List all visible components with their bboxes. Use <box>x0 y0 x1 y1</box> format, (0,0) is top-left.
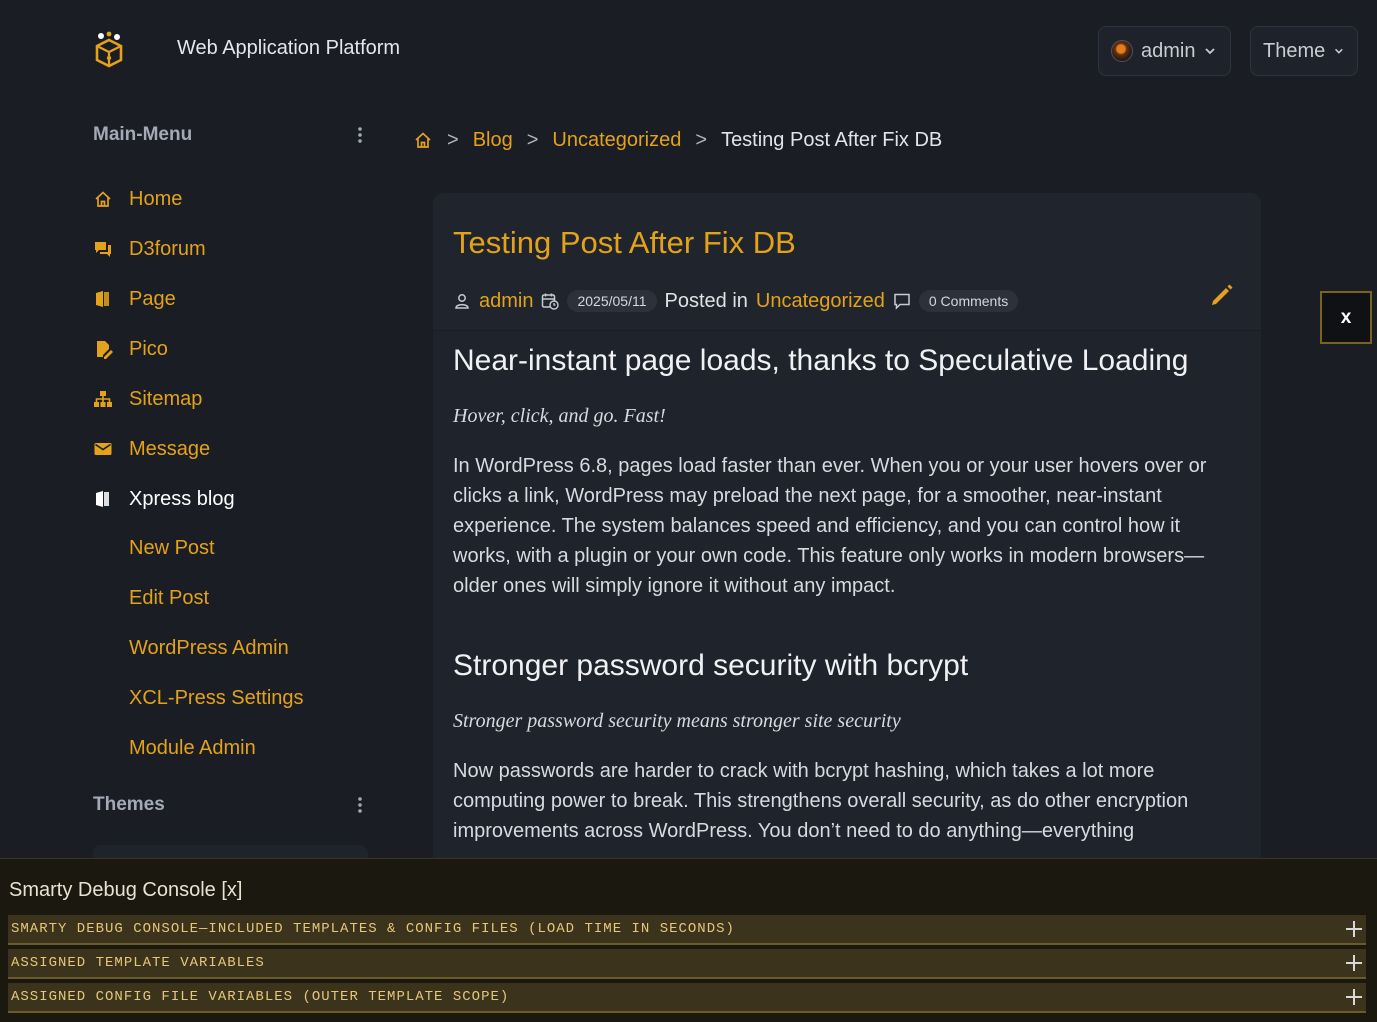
home-icon[interactable] <box>413 130 433 150</box>
sidebar-item-label: Pico <box>129 337 168 360</box>
top-bar: Web Application Platform admin Theme <box>0 0 1377 100</box>
user-menu-button[interactable]: admin <box>1098 26 1231 76</box>
debug-section-templates[interactable]: SMARTY DEBUG CONSOLE—INCLUDED TEMPLATES … <box>8 915 1366 945</box>
chevron-down-icon <box>1205 48 1216 55</box>
debug-section-template-vars[interactable]: ASSIGNED TEMPLATE VARIABLES <box>8 949 1366 979</box>
book-icon <box>93 489 113 509</box>
book-icon <box>93 289 113 309</box>
sidebar-item-label: Sitemap <box>129 387 203 410</box>
app-title: Web Application Platform <box>177 37 401 59</box>
sitemap-icon <box>93 389 113 409</box>
kebab-menu-icon[interactable] <box>352 794 368 816</box>
sidebar-item-label: Home <box>129 187 183 210</box>
post-body: Near-instant page loads, thanks to Specu… <box>453 343 1243 846</box>
sidebar-subitem-wordpress-admin[interactable]: WordPress Admin <box>129 637 289 660</box>
plus-icon[interactable] <box>1345 920 1363 938</box>
main-menu-title: Main-Menu <box>93 124 193 145</box>
sidebar-item-pico[interactable]: Pico <box>93 334 168 364</box>
sidebar-item-label: Page <box>129 287 176 310</box>
user-menu-label: admin <box>1141 39 1196 62</box>
breadcrumb: > Blog > Uncategorized > Testing Post Af… <box>413 126 942 154</box>
calendar-clock-icon <box>542 293 560 310</box>
chevron-down-icon <box>1335 48 1344 54</box>
breadcrumb-category-link[interactable]: Uncategorized <box>552 129 681 152</box>
sidebar-subitem-xcl-press-settings[interactable]: XCL-Press Settings <box>129 687 304 710</box>
sidebar-item-d3forum[interactable]: D3forum <box>93 234 206 264</box>
theme-menu-button[interactable]: Theme <box>1250 26 1358 76</box>
edit-pencil-icon[interactable] <box>1209 282 1235 308</box>
section-paragraph: Now passwords are harder to crack with b… <box>453 760 1189 842</box>
sidebar-item-label: Message <box>129 437 211 460</box>
breadcrumb-blog-link[interactable]: Blog <box>473 129 513 152</box>
debug-section-config-vars[interactable]: ASSIGNED CONFIG FILE VARIABLES (OUTER TE… <box>8 983 1366 1013</box>
sidebar-subitem-new-post[interactable]: New Post <box>129 537 215 560</box>
edit-document-icon <box>93 339 113 359</box>
mail-icon <box>93 439 113 459</box>
post-header: Testing Post After Fix DB admin 2025/05/… <box>433 193 1261 331</box>
sidebar-item-xpress-blog[interactable]: Xpress blog <box>93 484 235 514</box>
breadcrumb-separator: > <box>695 128 708 151</box>
post-category-link[interactable]: Uncategorized <box>756 290 885 313</box>
section-heading: Stronger password security with bcrypt <box>453 649 969 682</box>
post-card: Testing Post After Fix DB admin 2025/05/… <box>433 193 1261 873</box>
breadcrumb-separator: > <box>526 128 539 151</box>
section-heading: Near-instant page loads, thanks to Specu… <box>453 344 1189 377</box>
themes-header: Themes <box>93 790 368 820</box>
sidebar-subitem-edit-post[interactable]: Edit Post <box>129 587 209 610</box>
breadcrumb-separator: > <box>447 128 459 151</box>
debug-section-label: ASSIGNED TEMPLATE VARIABLES <box>11 955 265 971</box>
themes-title: Themes <box>93 794 165 815</box>
app-logo-icon[interactable] <box>92 31 126 69</box>
debug-section-label: SMARTY DEBUG CONSOLE—INCLUDED TEMPLATES … <box>11 921 735 937</box>
theme-menu-label: Theme <box>1263 39 1326 62</box>
section-paragraph: In WordPress 6.8, pages load faster than… <box>453 455 1207 597</box>
post-meta: admin 2025/05/11 Posted in Uncategorized… <box>453 287 1019 315</box>
main-menu-header: Main-Menu <box>93 120 368 150</box>
debug-console-title[interactable]: Smarty Debug Console [x] <box>9 879 242 902</box>
plus-icon[interactable] <box>1345 988 1363 1006</box>
section-tagline: Hover, click, and go. Fast! <box>453 405 666 427</box>
post-author-link[interactable]: admin <box>479 290 533 313</box>
sidebar-item-home[interactable]: Home <box>93 184 182 214</box>
themes-panel <box>93 845 368 859</box>
sidebar-item-sitemap[interactable]: Sitemap <box>93 384 202 414</box>
post-date-badge: 2025/05/11 <box>567 290 657 312</box>
breadcrumb-current: Testing Post After Fix DB <box>721 128 943 151</box>
user-icon <box>455 294 469 309</box>
posted-in-label: Posted in <box>664 289 748 312</box>
avatar <box>1111 40 1133 62</box>
sidebar-subitem-module-admin[interactable]: Module Admin <box>129 737 256 760</box>
debug-section-label: ASSIGNED CONFIG FILE VARIABLES (OUTER TE… <box>11 989 510 1005</box>
comment-icon <box>894 293 910 310</box>
forum-icon <box>93 239 113 259</box>
comments-count-badge[interactable]: 0 Comments <box>918 290 1019 312</box>
plus-icon[interactable] <box>1345 954 1363 972</box>
sidebar-item-page[interactable]: Page <box>93 284 176 314</box>
home-icon <box>93 189 113 209</box>
close-button[interactable]: x <box>1320 291 1372 344</box>
section-tagline: Stronger password security means stronge… <box>453 710 901 732</box>
sidebar-item-label: Xpress blog <box>129 487 235 510</box>
sidebar-item-label: D3forum <box>129 237 206 260</box>
kebab-menu-icon[interactable] <box>352 124 368 146</box>
smarty-debug-console: Smarty Debug Console [x] SMARTY DEBUG CO… <box>0 858 1377 1022</box>
post-title: Testing Post After Fix DB <box>453 225 796 260</box>
sidebar-item-message[interactable]: Message <box>93 434 210 464</box>
